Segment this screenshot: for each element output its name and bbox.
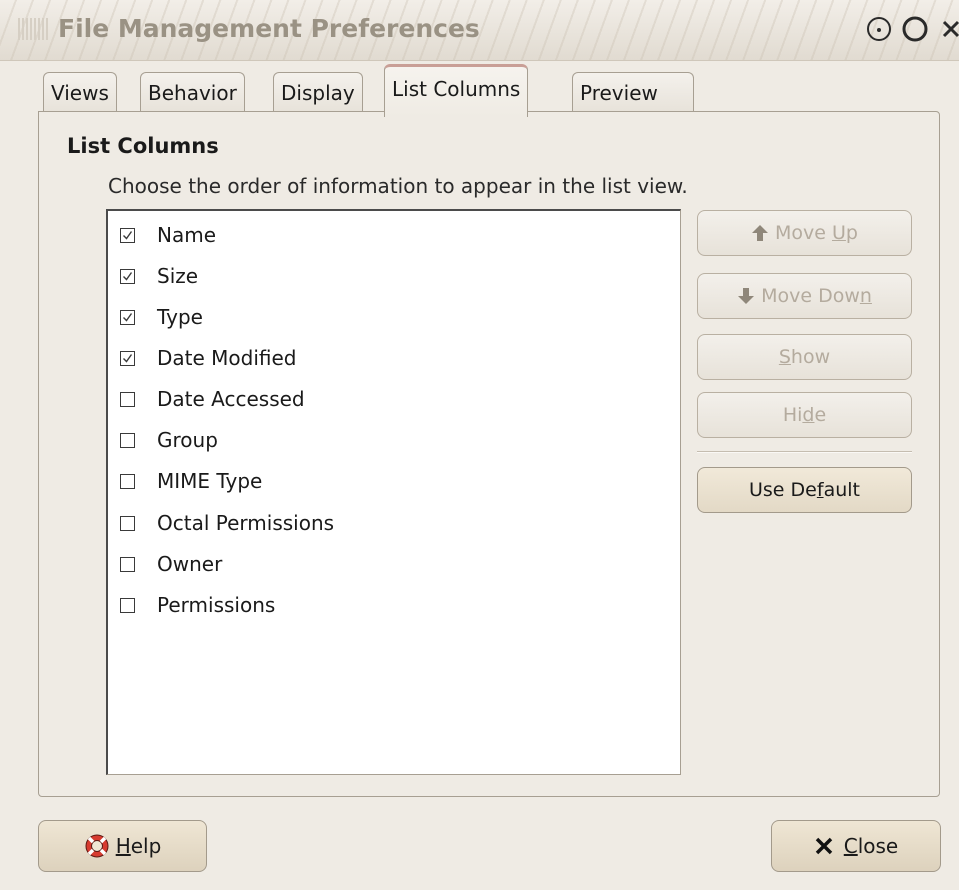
checkbox-name[interactable] — [120, 227, 135, 243]
move-down-button[interactable]: Move Down — [697, 273, 912, 319]
tab-views-label: Views — [51, 81, 109, 105]
list-item[interactable]: Octal Permissions — [120, 508, 334, 538]
list-item-label: Permissions — [157, 593, 276, 617]
list-item-label: Owner — [157, 552, 223, 576]
checkbox-mime-type[interactable] — [120, 473, 135, 489]
tab-preview-label: Preview — [580, 81, 658, 105]
list-item[interactable]: Date Modified — [120, 343, 297, 373]
list-item[interactable]: Size — [120, 261, 198, 291]
tab-behavior[interactable]: Behavior — [140, 72, 245, 116]
list-item[interactable]: Type — [120, 302, 203, 332]
show-label: Show — [778, 346, 831, 368]
move-up-label: Move Up — [775, 222, 858, 244]
move-up-button[interactable]: Move Up — [697, 210, 912, 256]
list-item-label: Name — [157, 223, 217, 247]
list-item-label: Octal Permissions — [157, 511, 335, 535]
checkbox-owner[interactable] — [120, 556, 135, 572]
close-button[interactable]: Close — [771, 820, 941, 872]
arrow-up-icon — [751, 224, 769, 242]
list-item-label: Date Accessed — [157, 387, 305, 411]
checkbox-group[interactable] — [120, 432, 135, 448]
list-item[interactable]: Permissions — [120, 590, 275, 620]
arrow-down-icon — [737, 287, 755, 305]
maximize-icon[interactable] — [899, 13, 931, 45]
tab-views[interactable]: Views — [43, 72, 117, 116]
columns-list[interactable]: Name Size Type Date Modified Date Access… — [106, 209, 681, 775]
list-item-label: Group — [157, 428, 218, 452]
title-bar[interactable]: File Management Preferences — [0, 0, 959, 61]
checkbox-date-accessed[interactable] — [120, 391, 135, 407]
close-window-icon[interactable] — [935, 13, 959, 45]
tab-preview[interactable]: Preview — [572, 72, 694, 116]
checkbox-permissions[interactable] — [120, 597, 135, 613]
section-title: List Columns — [67, 134, 219, 158]
title-grip — [18, 18, 48, 40]
close-label: Close — [843, 834, 899, 858]
button-separator — [697, 451, 912, 453]
window-title: File Management Preferences — [58, 14, 480, 43]
list-item-label: Size — [157, 264, 199, 288]
checkbox-size[interactable] — [120, 268, 135, 284]
use-default-button[interactable]: Use Default — [697, 467, 912, 513]
tab-list-columns[interactable]: List Columns — [384, 64, 529, 117]
minimize-icon[interactable] — [863, 13, 895, 45]
list-item-label: Date Modified — [157, 346, 297, 370]
list-item-label: MIME Type — [157, 469, 263, 493]
show-button[interactable]: Show — [697, 334, 912, 380]
close-x-icon — [814, 836, 834, 856]
checkbox-octal-permissions[interactable] — [120, 515, 135, 531]
section-description: Choose the order of information to appea… — [108, 174, 688, 198]
help-label: Help — [115, 834, 162, 858]
checkbox-type[interactable] — [120, 309, 135, 325]
list-item[interactable]: Name — [120, 220, 216, 250]
tab-display[interactable]: Display — [273, 72, 363, 116]
list-item[interactable]: Group — [120, 425, 218, 455]
hide-label: Hide — [782, 404, 827, 426]
use-default-label: Use Default — [749, 479, 860, 501]
window-controls — [863, 12, 959, 46]
list-item[interactable]: Owner — [120, 549, 222, 579]
list-item-label: Type — [157, 305, 203, 329]
list-item[interactable]: Date Accessed — [120, 384, 305, 414]
move-down-label: Move Down — [761, 285, 872, 307]
list-item[interactable]: MIME Type — [120, 466, 262, 496]
help-button[interactable]: Help — [38, 820, 207, 872]
checkbox-date-modified[interactable] — [120, 350, 135, 366]
hide-button[interactable]: Hide — [697, 392, 912, 438]
tab-display-label: Display — [281, 81, 355, 105]
tab-behavior-label: Behavior — [148, 81, 237, 105]
lifebuoy-icon — [84, 833, 110, 859]
tab-list-columns-label: List Columns — [392, 77, 521, 101]
